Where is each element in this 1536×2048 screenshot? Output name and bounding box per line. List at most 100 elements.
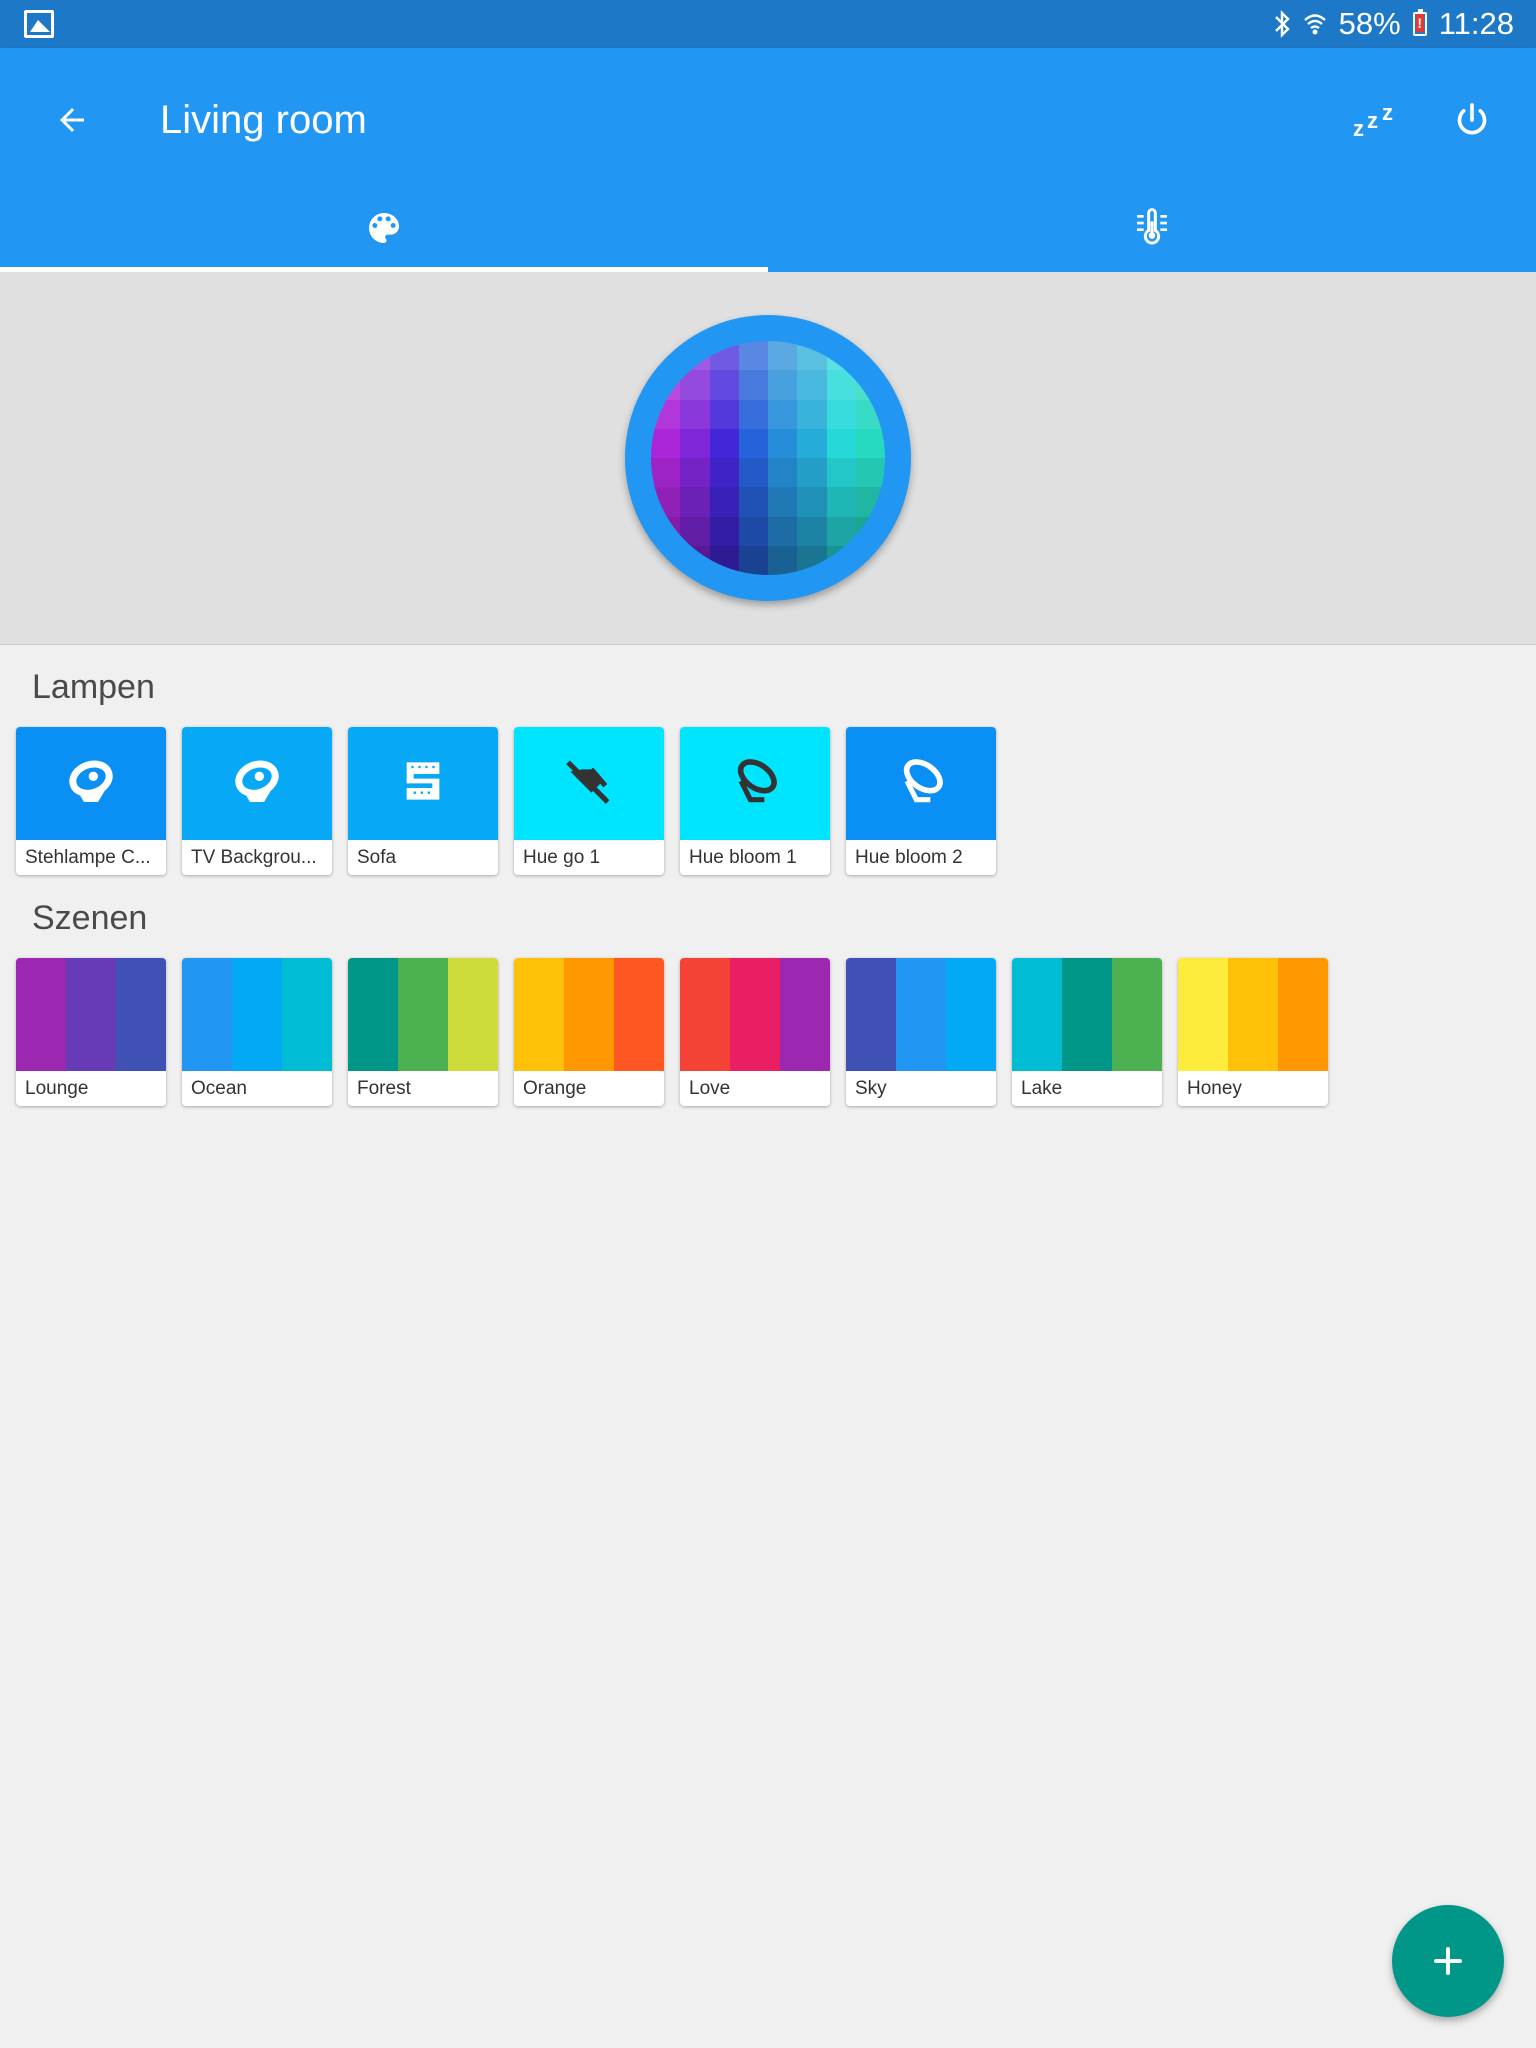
color-grid-cell	[651, 545, 681, 575]
add-button[interactable]	[1392, 1905, 1504, 2017]
color-grid-cell	[738, 428, 768, 458]
scene-color-stripe	[1012, 958, 1062, 1071]
color-grid-cell	[826, 341, 856, 371]
scene-color-stripe	[1278, 958, 1328, 1071]
scene-label: Love	[689, 1078, 731, 1099]
color-grid-cell	[709, 399, 739, 429]
color-grid-cell	[651, 516, 681, 546]
scenes-section-title: Szenen	[32, 899, 148, 937]
lamp-card[interactable]: Sofa	[348, 727, 498, 875]
color-grid-cell	[680, 516, 710, 546]
status-icons: 58% 11:28	[1273, 6, 1514, 42]
color-grid-cell	[797, 487, 827, 517]
scene-label: Sky	[855, 1078, 887, 1099]
tab-colors[interactable]	[0, 184, 768, 272]
color-grid-cell	[855, 428, 885, 458]
battery-icon	[1412, 9, 1427, 36]
floor-lamp-icon	[229, 753, 285, 814]
lamp-color-tile	[348, 727, 498, 840]
color-grid-cell	[651, 399, 681, 429]
lamp-card[interactable]: Stehlampe C...	[16, 727, 166, 875]
color-grid-cell	[826, 545, 856, 575]
scene-color-stripe	[896, 958, 946, 1071]
scene-color-stripe	[614, 958, 664, 1071]
color-grid-cell	[738, 370, 768, 400]
back-button[interactable]	[44, 92, 100, 148]
clock: 11:28	[1438, 6, 1514, 41]
scene-color-stripe	[680, 958, 730, 1071]
lamp-card[interactable]: Hue go 1	[514, 727, 664, 875]
scene-color-stripe	[1112, 958, 1162, 1071]
palette-icon	[369, 213, 399, 243]
tab-temperature[interactable]	[768, 184, 1536, 272]
color-grid-cell	[709, 545, 739, 575]
color-grid-cell	[709, 487, 739, 517]
color-grid-cell	[738, 399, 768, 429]
scene-label: Orange	[523, 1078, 587, 1099]
color-grid-cell	[797, 428, 827, 458]
color-preview-area	[0, 272, 1536, 645]
scene-card[interactable]: Lounge	[16, 958, 166, 1106]
color-grid-cell	[680, 341, 710, 371]
lamp-card[interactable]: Hue bloom 2	[846, 727, 996, 875]
scene-swatch	[16, 958, 166, 1071]
scene-color-stripe	[182, 958, 232, 1071]
scene-card[interactable]: Forest	[348, 958, 498, 1106]
color-grid-cell	[768, 370, 798, 400]
lamp-card[interactable]: TV Backgrou...	[182, 727, 332, 875]
color-grid-cell	[680, 428, 710, 458]
color-grid-cell	[651, 341, 681, 371]
scene-card[interactable]: Honey	[1178, 958, 1328, 1106]
wifi-icon	[1303, 11, 1327, 37]
color-orb-button[interactable]	[625, 315, 911, 601]
color-grid-cell	[855, 399, 885, 429]
scene-swatch	[1178, 958, 1328, 1071]
sleep-button[interactable]: z z z	[1348, 92, 1404, 148]
scene-swatch	[348, 958, 498, 1071]
scene-color-stripe	[846, 958, 896, 1071]
lamp-color-tile	[514, 727, 664, 840]
color-grid-cell	[709, 458, 739, 488]
color-grid-cell	[768, 428, 798, 458]
power-button[interactable]	[1444, 92, 1500, 148]
scene-color-stripe	[398, 958, 448, 1071]
color-grid-cell	[651, 458, 681, 488]
color-grid	[651, 341, 885, 575]
lamp-off-icon	[561, 753, 617, 814]
scene-label: Lake	[1021, 1078, 1063, 1099]
color-grid-cell	[709, 428, 739, 458]
floor-lamp-icon	[63, 753, 119, 814]
scene-color-stripe	[946, 958, 996, 1071]
color-grid-cell	[797, 399, 827, 429]
color-grid-cell	[826, 399, 856, 429]
color-grid-cell	[797, 545, 827, 575]
scene-card[interactable]: Ocean	[182, 958, 332, 1106]
color-grid-cell	[768, 458, 798, 488]
scene-label: Forest	[357, 1078, 411, 1099]
scene-label: Ocean	[191, 1078, 247, 1099]
color-grid-cell	[680, 370, 710, 400]
bloom-lamp-icon	[727, 753, 783, 814]
lamp-color-tile	[16, 727, 166, 840]
power-icon	[1457, 103, 1487, 135]
color-grid-cell	[855, 370, 885, 400]
scene-color-stripe	[232, 958, 282, 1071]
svg-text:z: z	[1382, 100, 1393, 125]
scene-color-stripe	[282, 958, 332, 1071]
lamp-card[interactable]: Hue bloom 1	[680, 727, 830, 875]
color-grid-cell	[797, 458, 827, 488]
color-grid-cell	[680, 399, 710, 429]
scene-card[interactable]: Lake	[1012, 958, 1162, 1106]
color-grid-cell	[797, 341, 827, 371]
scene-card[interactable]: Sky	[846, 958, 996, 1106]
scene-card[interactable]: Orange	[514, 958, 664, 1106]
sleep-zzz-icon: z z z	[1353, 100, 1393, 140]
lamp-color-tile	[846, 727, 996, 840]
scene-card[interactable]: Love	[680, 958, 830, 1106]
color-grid-cell	[738, 487, 768, 517]
arrow-back-icon	[60, 108, 84, 132]
color-grid-cell	[651, 428, 681, 458]
color-grid-cell	[768, 399, 798, 429]
scene-swatch	[846, 958, 996, 1071]
scene-color-stripe	[16, 958, 66, 1071]
